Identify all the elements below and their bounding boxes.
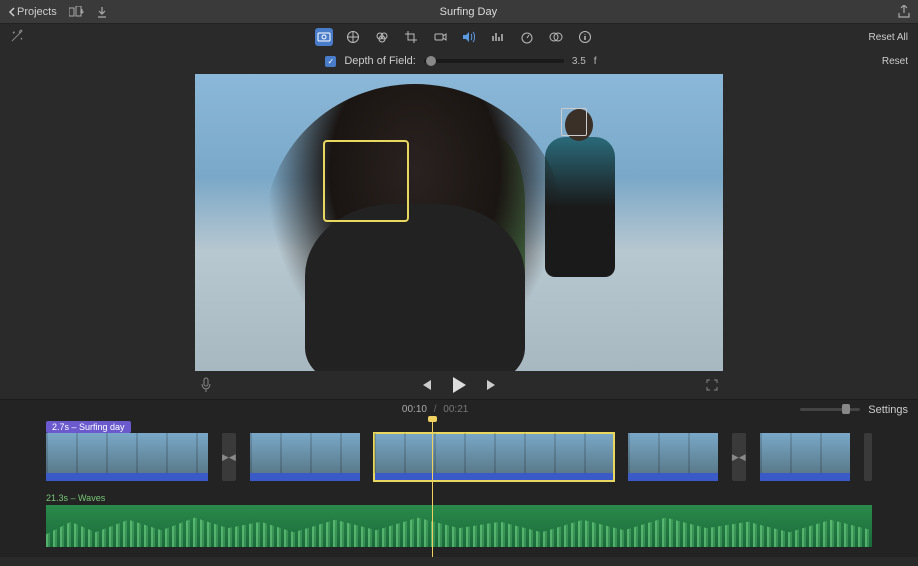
cinematic-tool-icon[interactable] xyxy=(315,28,333,46)
timeline[interactable]: 2.7s – Surfing day ▶◀ ▶◀ 21.3s – Waves xyxy=(0,419,918,557)
fullscreen-icon[interactable] xyxy=(698,379,718,391)
scene-person-fg xyxy=(265,84,565,371)
volume-icon[interactable] xyxy=(460,28,478,46)
timecode-current: 00:10 xyxy=(402,404,427,415)
video-clip-4[interactable] xyxy=(628,433,718,481)
play-button[interactable] xyxy=(451,376,467,394)
timecode-sep: / xyxy=(434,404,437,415)
audio-track[interactable] xyxy=(46,505,872,547)
timeline-zoom-slider[interactable] xyxy=(800,408,860,411)
color-balance-icon[interactable] xyxy=(344,28,362,46)
timecode-total: 00:21 xyxy=(443,404,468,415)
crop-icon[interactable] xyxy=(402,28,420,46)
video-clip-1[interactable] xyxy=(46,433,208,481)
focus-rect-primary[interactable] xyxy=(323,140,409,222)
speed-icon[interactable] xyxy=(518,28,536,46)
video-track[interactable]: ▶◀ ▶◀ xyxy=(0,419,918,485)
project-title: Surfing Day xyxy=(107,6,830,18)
audio-clip-label: 21.3s – Waves xyxy=(0,485,918,505)
color-correction-icon[interactable] xyxy=(373,28,391,46)
audio-waveform xyxy=(46,505,872,547)
zoom-thumb[interactable] xyxy=(842,404,850,414)
reset-all-button[interactable]: Reset All xyxy=(869,32,908,43)
download-icon[interactable] xyxy=(97,6,107,18)
back-label: Projects xyxy=(17,6,57,18)
depth-of-field-checkbox[interactable]: ✓ xyxy=(325,56,336,67)
clip-filter-icon[interactable] xyxy=(547,28,565,46)
auto-enhance-icon[interactable] xyxy=(10,29,24,43)
info-icon[interactable] xyxy=(576,28,594,46)
video-clip-3-selected[interactable] xyxy=(374,433,614,481)
depth-of-field-slider[interactable] xyxy=(424,59,564,63)
reset-button[interactable]: Reset xyxy=(882,56,908,67)
transition-icon[interactable]: ▶◀ xyxy=(732,433,746,481)
transition-icon[interactable]: ▶◀ xyxy=(222,433,236,481)
clip-end-handle[interactable] xyxy=(864,433,872,481)
share-icon[interactable] xyxy=(898,5,910,19)
next-clip-button[interactable] xyxy=(485,379,499,391)
video-clip-2[interactable] xyxy=(250,433,360,481)
noise-reduction-icon[interactable] xyxy=(489,28,507,46)
playhead[interactable] xyxy=(432,419,433,557)
depth-of-field-value: 3.5 xyxy=(572,56,586,67)
back-to-projects[interactable]: Projects xyxy=(8,6,57,18)
voiceover-mic-icon[interactable] xyxy=(200,377,220,393)
preview-viewer[interactable] xyxy=(195,74,723,371)
stabilization-icon[interactable] xyxy=(431,28,449,46)
prev-clip-button[interactable] xyxy=(419,379,433,391)
depth-of-field-unit: f xyxy=(594,56,597,67)
video-clip-5[interactable] xyxy=(760,433,850,481)
depth-of-field-label: Depth of Field: xyxy=(344,55,416,67)
slider-thumb[interactable] xyxy=(426,56,436,66)
focus-rect-secondary[interactable] xyxy=(561,108,587,136)
media-import-icon[interactable] xyxy=(69,6,85,18)
settings-button[interactable]: Settings xyxy=(868,404,908,416)
clip-title-badge: 2.7s – Surfing day xyxy=(46,421,131,433)
